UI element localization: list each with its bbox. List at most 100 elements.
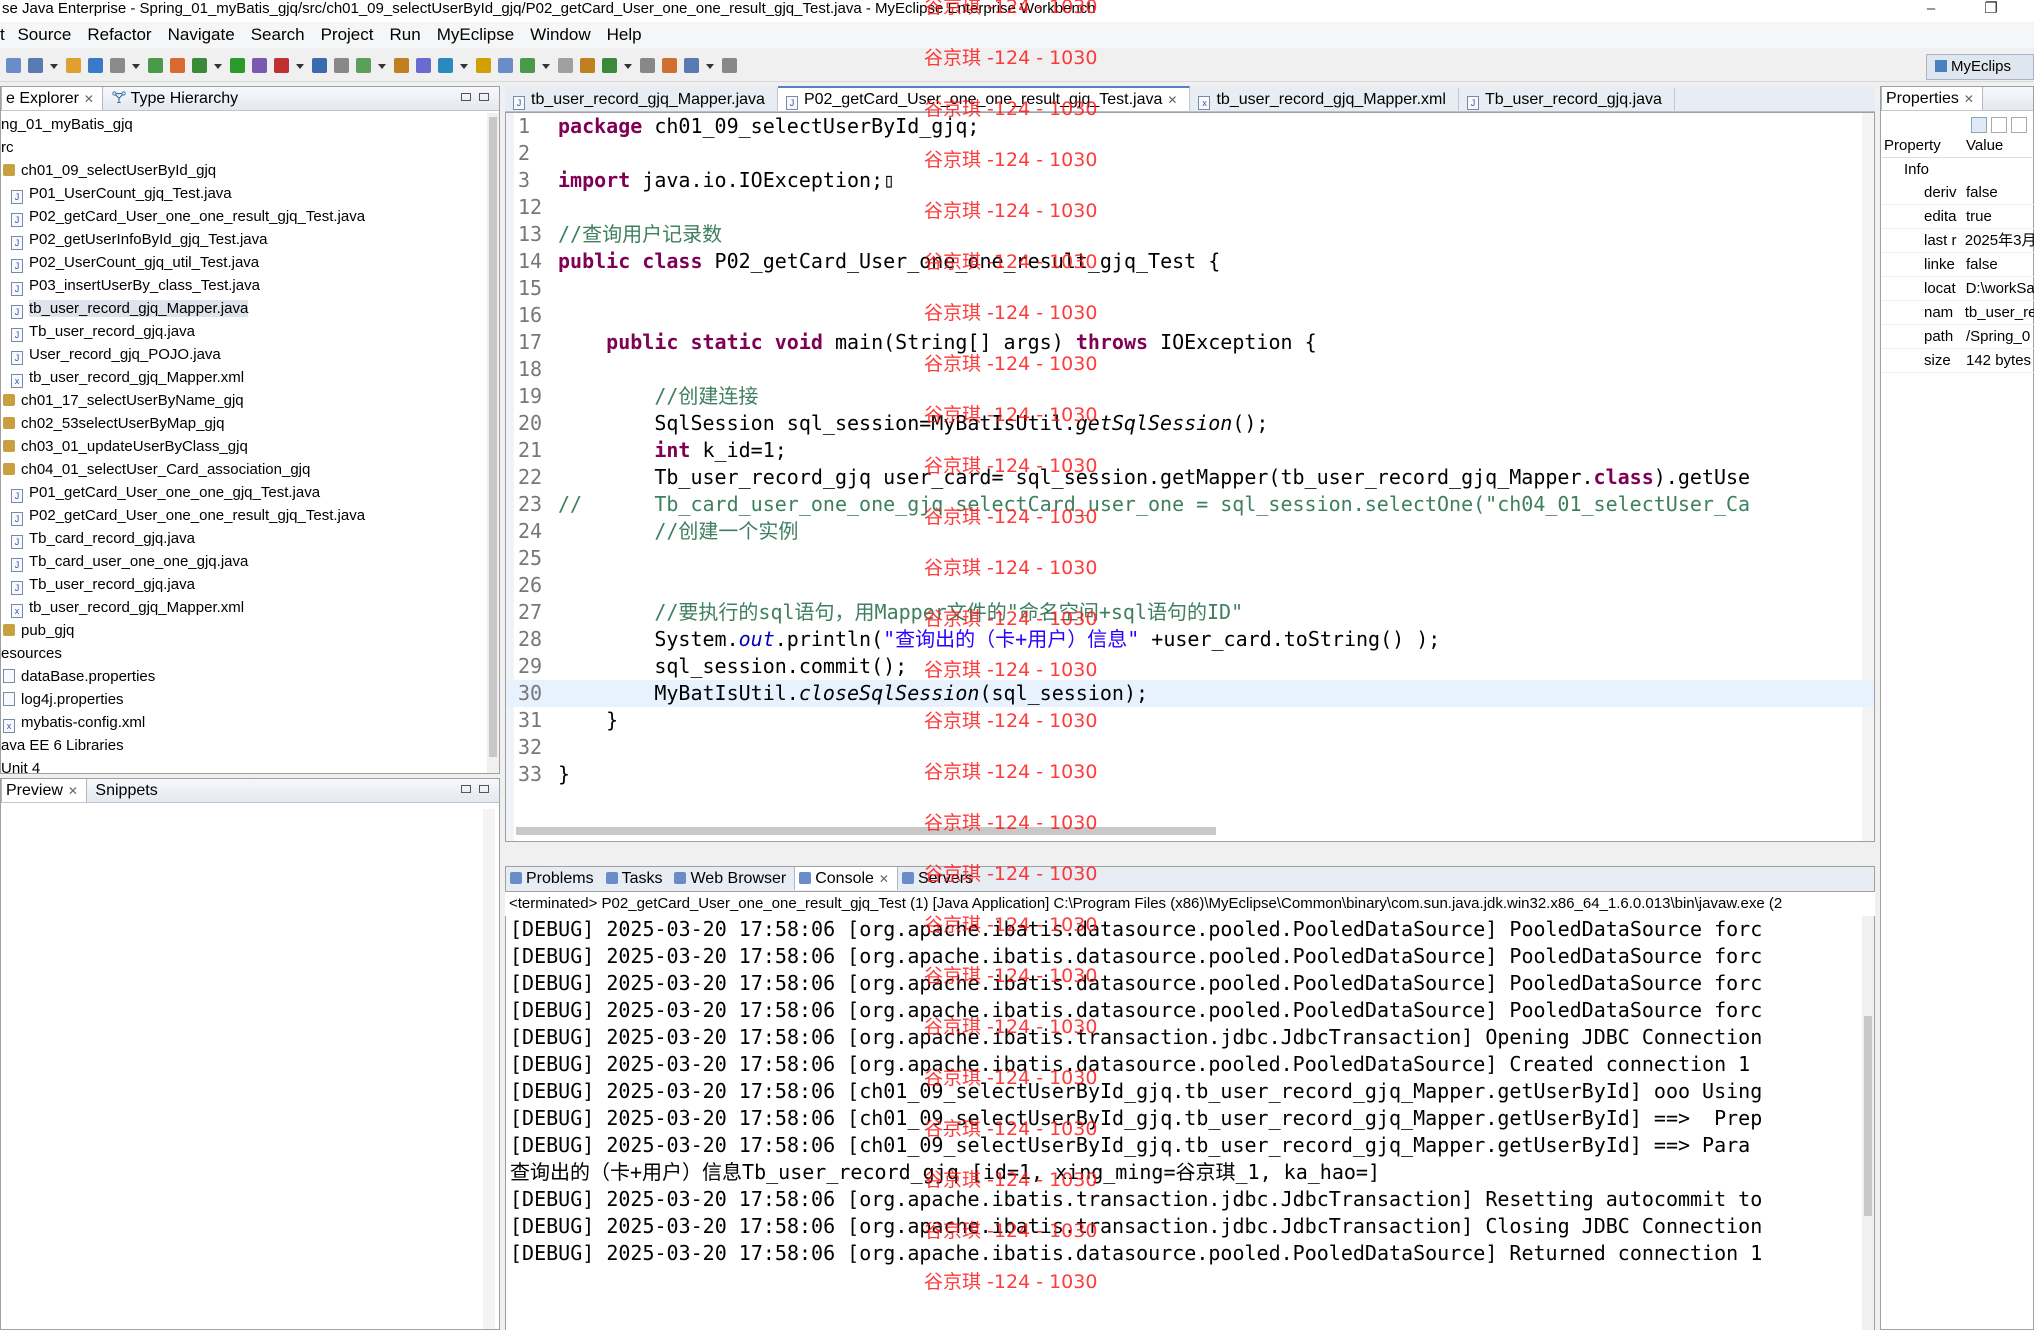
tree-item[interactable]: pub_gjq <box>1 619 365 642</box>
maximize-view-icon[interactable] <box>479 785 489 793</box>
marker-icon[interactable] <box>602 58 617 73</box>
menu-window[interactable]: Window <box>530 22 590 48</box>
dropdown-arrow-icon[interactable] <box>624 64 632 69</box>
property-row[interactable]: last r 2025年3月 <box>1882 229 2034 253</box>
close-icon[interactable]: ✕ <box>879 872 889 886</box>
dropdown-arrow-icon[interactable] <box>460 64 468 69</box>
outline-icon[interactable] <box>640 58 655 73</box>
explorer-scrollbar[interactable] <box>487 113 499 773</box>
refresh-icon[interactable] <box>684 58 699 73</box>
menu-myeclipse[interactable]: MyEclipse <box>437 22 514 48</box>
tree-item[interactable]: x mybatis-config.xml <box>1 711 365 734</box>
tree-item[interactable]: ch03_01_updateUserByClass_gjq <box>1 435 365 458</box>
tree-item[interactable]: J P01_UserCount_gjq_Test.java <box>1 182 365 205</box>
close-icon[interactable]: ✕ <box>1964 92 1974 106</box>
menu-source[interactable]: Source <box>17 22 71 48</box>
tab-snippets[interactable]: Snippets <box>91 779 165 802</box>
tab-package-explorer[interactable]: e Explorer ✕ <box>1 87 103 110</box>
code-editor[interactable]: 1 package ch01_09_selectUserById_gjq; 2 3 im… <box>505 112 1875 842</box>
property-row[interactable]: deriv false <box>1882 181 2034 205</box>
tab-tasks[interactable]: Tasks <box>602 867 671 890</box>
menu-refactor[interactable]: Refactor <box>87 22 151 48</box>
tree-item[interactable]: x tb_user_record_gjq_Mapper.xml <box>1 596 365 619</box>
dropdown-arrow-icon[interactable] <box>50 64 58 69</box>
open-type-icon[interactable] <box>252 58 267 73</box>
run-external-icon[interactable] <box>356 58 371 73</box>
tree-item[interactable]: ch02_53selectUserByMap_gjq <box>1 412 365 435</box>
server-icon[interactable] <box>110 58 125 73</box>
tree-item[interactable]: ch01_09_selectUserById_gjq <box>1 159 365 182</box>
save-icon[interactable] <box>28 58 43 73</box>
close-icon[interactable]: ✕ <box>1167 93 1177 107</box>
dropdown-arrow-icon[interactable] <box>132 64 140 69</box>
coverage-icon[interactable] <box>394 58 409 73</box>
dropdown-arrow-icon[interactable] <box>214 64 222 69</box>
deploy-icon[interactable] <box>148 58 163 73</box>
dropdown-arrow-icon[interactable] <box>378 64 386 69</box>
tree-item[interactable]: esources <box>1 642 365 665</box>
menu-run[interactable]: Run <box>390 22 421 48</box>
column-header-value[interactable]: Value <box>1960 134 2003 157</box>
package-icon[interactable] <box>192 58 207 73</box>
tab-preview[interactable]: Preview ✕ <box>1 779 87 802</box>
tree-item[interactable]: ch04_01_selectUser_Card_association_gjq <box>1 458 365 481</box>
tree-item[interactable]: log4j.properties <box>1 688 365 711</box>
tree-item[interactable]: J Tb_card_user_one_one_gjq.java <box>1 550 365 573</box>
tree-item[interactable]: x tb_user_record_gjq_Mapper.xml <box>1 366 365 389</box>
tab-console[interactable]: Console ✕ <box>794 867 898 890</box>
tree-item[interactable]: J P02_getUserInfoById_gjq_Test.java <box>1 228 365 251</box>
dropdown-arrow-icon[interactable] <box>296 64 304 69</box>
run-icon[interactable] <box>334 58 349 73</box>
tree-item[interactable]: J Tb_user_record_gjq.java <box>1 320 365 343</box>
bookmark-icon[interactable] <box>520 58 535 73</box>
new-icon[interactable] <box>6 58 21 73</box>
console-scrollbar[interactable] <box>1862 916 1874 1330</box>
tree-item[interactable]: Unit 4 <box>1 757 365 773</box>
tree-item[interactable]: J P02_getCard_User_one_one_result_gjq_Tes… <box>1 504 365 527</box>
tree-item[interactable]: J User_record_gjq_POJO.java <box>1 343 365 366</box>
tree-item[interactable]: ng_01_myBatis_gjq <box>1 113 365 136</box>
restore-button[interactable]: ❐ <box>1976 0 2006 20</box>
menu-project[interactable]: Project <box>321 22 374 48</box>
property-row[interactable]: path/Spring_0 <box>1882 325 2034 349</box>
advanced-icon[interactable] <box>1991 117 2007 133</box>
column-header-property[interactable]: Property <box>1882 134 1960 157</box>
editor-tab[interactable]: x tb_user_record_gjq_Mapper.xml <box>1190 88 1459 113</box>
tree-item[interactable]: J P03_insertUserBy_class_Test.java <box>1 274 365 297</box>
tab-type-hierarchy[interactable]: 🝖 Type Hierarchy <box>107 87 246 110</box>
tab-problems[interactable]: Problems <box>506 867 602 890</box>
dropdown-arrow-icon[interactable] <box>542 64 550 69</box>
console-output[interactable]: [DEBUG] 2025-03-20 17:58:06 [org.apache.… <box>505 916 1875 1330</box>
debug-icon[interactable] <box>312 58 327 73</box>
tab-properties[interactable]: Properties ✕ <box>1881 87 1983 110</box>
filter-icon[interactable] <box>2011 117 2027 133</box>
tree-item[interactable]: J P02_UserCount_gjq_util_Test.java <box>1 251 365 274</box>
minimize-view-icon[interactable] <box>461 93 471 101</box>
stop-icon[interactable] <box>722 58 737 73</box>
search-icon[interactable] <box>274 58 289 73</box>
menu-search[interactable]: Search <box>251 22 305 48</box>
close-icon[interactable]: ✕ <box>68 784 78 798</box>
tree-item[interactable]: J P02_getCard_User_one_one_result_gjq_Tes… <box>1 205 365 228</box>
annotation-icon[interactable] <box>580 58 595 73</box>
task-icon[interactable] <box>558 58 573 73</box>
tab-web-browser[interactable]: Web Browser <box>670 867 794 890</box>
property-row[interactable]: edita true <box>1882 205 2034 229</box>
tree-item[interactable]: J Tb_user_record_gjq.java <box>1 573 365 596</box>
property-row[interactable]: size 142 bytes <box>1882 349 2034 373</box>
tree-item[interactable]: ch01_17_selectUserByName_gjq <box>1 389 365 412</box>
preview-scrollbar[interactable] <box>483 809 495 1329</box>
close-icon[interactable]: ✕ <box>84 92 94 106</box>
menu-help[interactable]: Help <box>607 22 642 48</box>
tree-item[interactable]: Jtb_user_record_gjq_Mapper.java <box>1 297 365 320</box>
maximize-view-icon[interactable] <box>479 93 489 101</box>
tree-item[interactable]: ava EE 6 Libraries <box>1 734 365 757</box>
editor-hscroll[interactable] <box>516 827 1216 835</box>
editor-tab[interactable]: J Tb_user_record_gjq.java <box>1459 88 1675 113</box>
home-icon[interactable] <box>662 58 677 73</box>
browser-icon[interactable] <box>170 58 185 73</box>
nav-next-icon[interactable] <box>438 58 453 73</box>
new-wizard-icon[interactable] <box>88 58 103 73</box>
dropdown-arrow-icon[interactable] <box>706 64 714 69</box>
perspective-switcher[interactable]: MyEclips <box>1926 54 2034 80</box>
